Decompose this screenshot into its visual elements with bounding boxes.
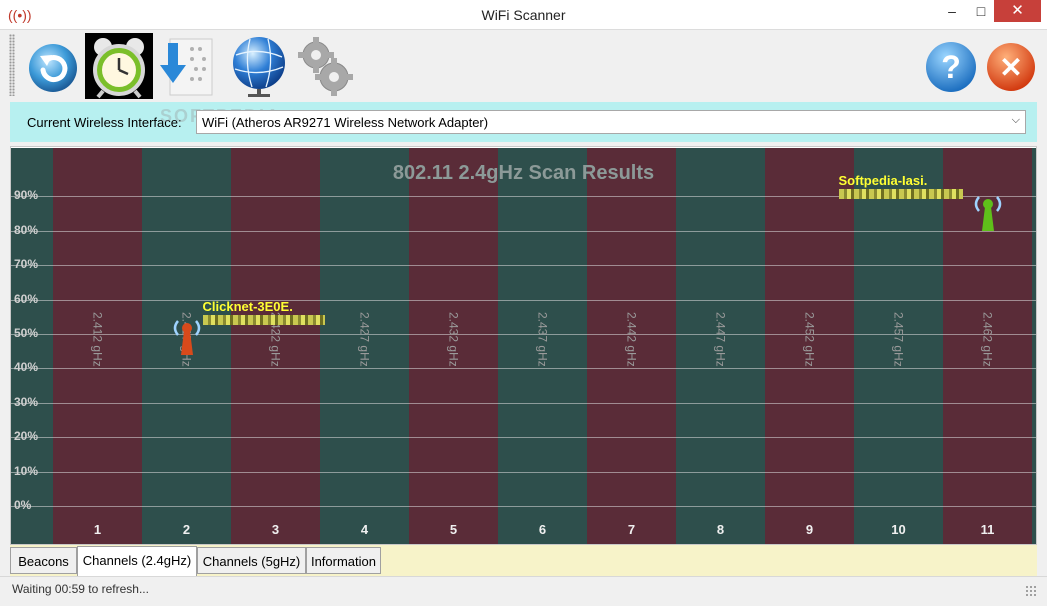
frequency-label: 2.452 gHz: [802, 312, 817, 367]
network-name[interactable]: Softpedia-Iasi.: [839, 173, 928, 188]
exit-button[interactable]: ✕: [983, 33, 1041, 99]
network-mac-redacted: [202, 315, 325, 326]
channel-number: 10: [891, 522, 906, 537]
frequency-label: 2.412 gHz: [90, 312, 105, 367]
settings-button[interactable]: [292, 33, 358, 99]
export-button[interactable]: [158, 33, 224, 99]
scan-results-chart: 802.11 2.4gHz Scan Results 0% 10% 20% 30% 40…: [11, 148, 1036, 544]
close-icon: ✕: [987, 43, 1035, 91]
channel-number: 4: [360, 522, 369, 537]
window-title: WiFi Scanner: [481, 7, 566, 23]
gridline: [11, 437, 1036, 438]
frequency-label: 2.432 gHz: [446, 312, 461, 367]
network-button[interactable]: [226, 33, 292, 99]
gridline: [11, 231, 1036, 232]
status-text: Waiting 00:59 to refresh...: [12, 582, 149, 596]
frequency-label: 2.462 gHz: [980, 312, 995, 367]
chevron-down-icon: ⌵: [1011, 114, 1020, 126]
gears-icon: [298, 37, 353, 96]
tab-channels-5ghz[interactable]: Channels (5gHz): [197, 547, 306, 574]
frequency-label: 2.457 gHz: [891, 312, 906, 367]
gridline: [11, 472, 1036, 473]
help-button[interactable]: ?: [921, 33, 979, 99]
y-tick-label: 40%: [14, 360, 39, 374]
resize-grip[interactable]: [1025, 585, 1037, 597]
gridline: [11, 265, 1036, 266]
access-point-icon[interactable]: [970, 189, 1006, 233]
channel-number: 6: [538, 522, 547, 537]
y-tick-label: 60%: [14, 292, 39, 306]
maximize-button[interactable]: □: [968, 0, 994, 22]
tab-channels-2-4ghz[interactable]: Channels (2.4gHz): [77, 546, 197, 576]
svg-text:✕: ✕: [999, 52, 1022, 83]
channel-number: 1: [93, 522, 102, 537]
tab-beacons[interactable]: Beacons: [10, 547, 77, 574]
y-tick-label: 30%: [14, 395, 39, 409]
frequency-label: 2.427 gHz: [357, 312, 372, 367]
y-tick-label: 80%: [14, 223, 39, 237]
window-close-button[interactable]: ✕: [994, 0, 1041, 22]
network-name[interactable]: Clicknet-3E0E.: [203, 299, 293, 314]
tab-strip: Beacons Channels (2.4gHz) Channels (5gHz…: [10, 545, 1037, 576]
y-tick-label: 90%: [14, 188, 39, 202]
refresh-icon: [29, 44, 77, 92]
channel-number: 2: [182, 522, 191, 537]
interface-panel: Current Wireless Interface: SOFTPEDIA Wi…: [10, 102, 1037, 142]
channel-number: 7: [627, 522, 636, 537]
gridline: [11, 506, 1036, 507]
timer-button[interactable]: [85, 33, 153, 99]
globe-icon: [233, 37, 285, 97]
interface-label: Current Wireless Interface:: [27, 115, 182, 130]
y-tick-label: 10%: [14, 464, 39, 478]
y-tick-label: 0%: [14, 498, 32, 512]
refresh-button[interactable]: [20, 33, 86, 99]
frequency-label: 2.442 gHz: [624, 312, 639, 367]
access-point-icon[interactable]: [169, 313, 205, 357]
title-bar: ((•)) WiFi Scanner – □ ✕: [0, 0, 1047, 30]
tab-information[interactable]: Information: [306, 547, 381, 574]
gridline: [11, 300, 1036, 301]
interface-select-value: WiFi (Atheros AR9271 Wireless Network Ad…: [202, 115, 489, 130]
channel-number: 3: [271, 522, 280, 537]
channel-number: 8: [716, 522, 725, 537]
download-icon: [160, 38, 213, 96]
help-icon: ?: [926, 42, 976, 92]
frequency-label: 2.437 gHz: [535, 312, 550, 367]
y-tick-label: 50%: [14, 326, 39, 340]
gridline: [11, 403, 1036, 404]
channel-number: 9: [805, 522, 814, 537]
svg-text:?: ?: [941, 49, 961, 85]
channel-number: 11: [980, 522, 995, 537]
toolbar: ? ✕: [0, 30, 1047, 102]
minimize-button[interactable]: –: [937, 0, 967, 22]
y-tick-label: 70%: [14, 257, 39, 271]
alarm-clock-icon: [93, 38, 145, 99]
channel-number: 5: [449, 522, 458, 537]
interface-select[interactable]: WiFi (Atheros AR9271 Wireless Network Ad…: [196, 110, 1026, 134]
toolbar-grip[interactable]: [9, 34, 15, 96]
network-mac-redacted: [838, 189, 963, 200]
status-bar: Waiting 00:59 to refresh...: [0, 576, 1047, 600]
frequency-label: 2.447 gHz: [713, 312, 728, 367]
y-tick-label: 20%: [14, 429, 39, 443]
